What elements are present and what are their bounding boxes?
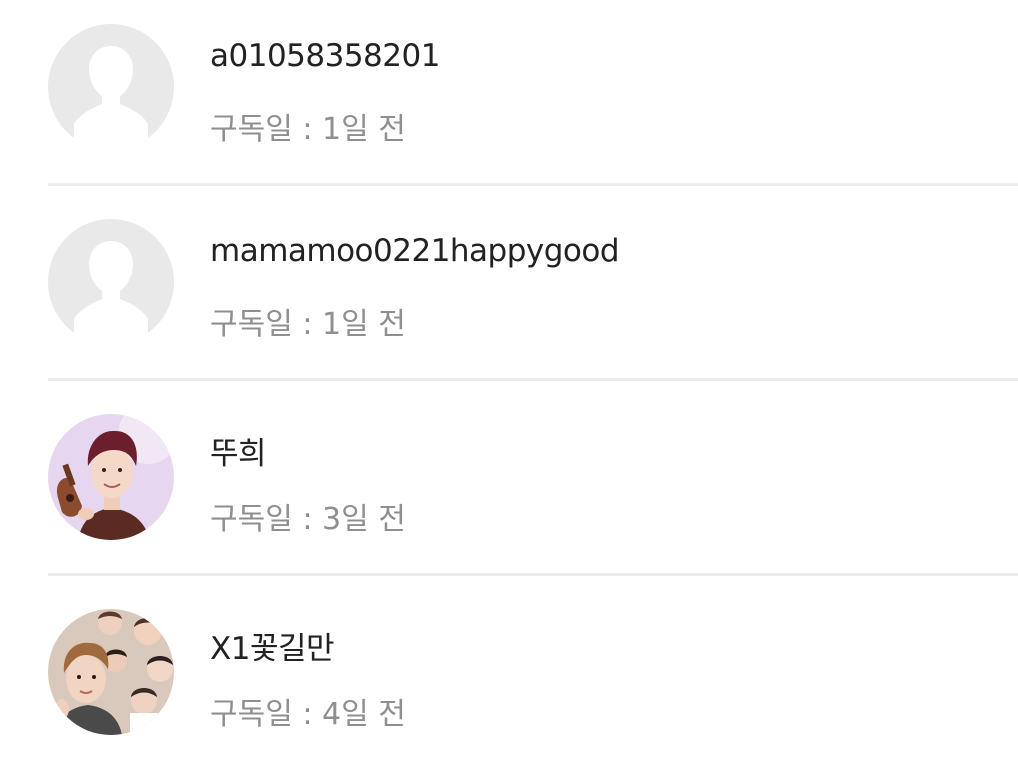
divider bbox=[48, 573, 1018, 576]
default-avatar-icon[interactable] bbox=[48, 219, 174, 345]
subscribe-date: 구독일 : 4일 전 bbox=[210, 697, 406, 732]
default-avatar-icon[interactable] bbox=[48, 24, 174, 150]
profile-photo[interactable] bbox=[48, 609, 174, 735]
subscriber-row[interactable]: mamamoo0221happygood 구독일 : 1일 전 bbox=[0, 195, 1018, 390]
divider bbox=[48, 183, 1018, 186]
subscriber-name[interactable]: mamamoo0221happygood bbox=[210, 233, 620, 269]
subscriber-name[interactable]: X1꽃길만 bbox=[210, 623, 335, 668]
subscribe-date: 구독일 : 3일 전 bbox=[210, 502, 406, 537]
subscriber-row[interactable]: X1꽃길만 구독일 : 4일 전 bbox=[0, 585, 1018, 780]
subscriber-name[interactable]: 뚜희 bbox=[210, 428, 267, 473]
profile-photo[interactable] bbox=[48, 414, 174, 540]
subscriber-name[interactable]: a01058358201 bbox=[210, 38, 440, 74]
subscriber-row[interactable]: 뚜희 구독일 : 3일 전 bbox=[0, 390, 1018, 585]
divider bbox=[48, 378, 1018, 381]
subscriber-row[interactable]: a01058358201 구독일 : 1일 전 bbox=[0, 0, 1018, 195]
subscriber-list: a01058358201 구독일 : 1일 전 mamamoo0221happy… bbox=[0, 0, 1018, 764]
subscribe-date: 구독일 : 1일 전 bbox=[210, 307, 406, 342]
subscribe-date: 구독일 : 1일 전 bbox=[210, 112, 406, 147]
